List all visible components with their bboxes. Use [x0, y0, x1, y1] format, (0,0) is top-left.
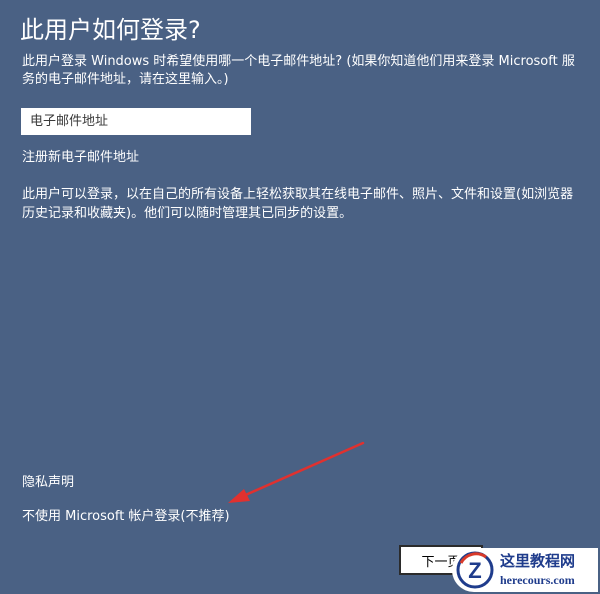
logo-letter: Z — [468, 558, 481, 583]
annotation-arrow-icon — [228, 441, 365, 503]
watermark-url: herecours.com — [500, 573, 575, 587]
info-text: 此用户可以登录，以在自己的所有设备上轻松获取其在线电子邮件、照片、文件和设置(如… — [22, 187, 574, 221]
watermark: Z 这里教程网 herecours.com — [452, 548, 598, 592]
page-description: 此用户登录 Windows 时希望使用哪一个电子邮件地址? (如果你知道他们用来… — [22, 54, 575, 87]
page-title: 此用户如何登录? — [20, 16, 201, 44]
watermark-site-name: 这里教程网 — [500, 552, 576, 570]
site-logo-icon: Z — [456, 551, 494, 589]
privacy-link[interactable]: 隐私声明 — [22, 474, 74, 492]
local-account-link[interactable]: 不使用 Microsoft 帐户登录(不推荐) — [22, 508, 230, 526]
register-email-link[interactable]: 注册新电子邮件地址 — [22, 149, 139, 167]
email-field[interactable] — [21, 108, 251, 135]
